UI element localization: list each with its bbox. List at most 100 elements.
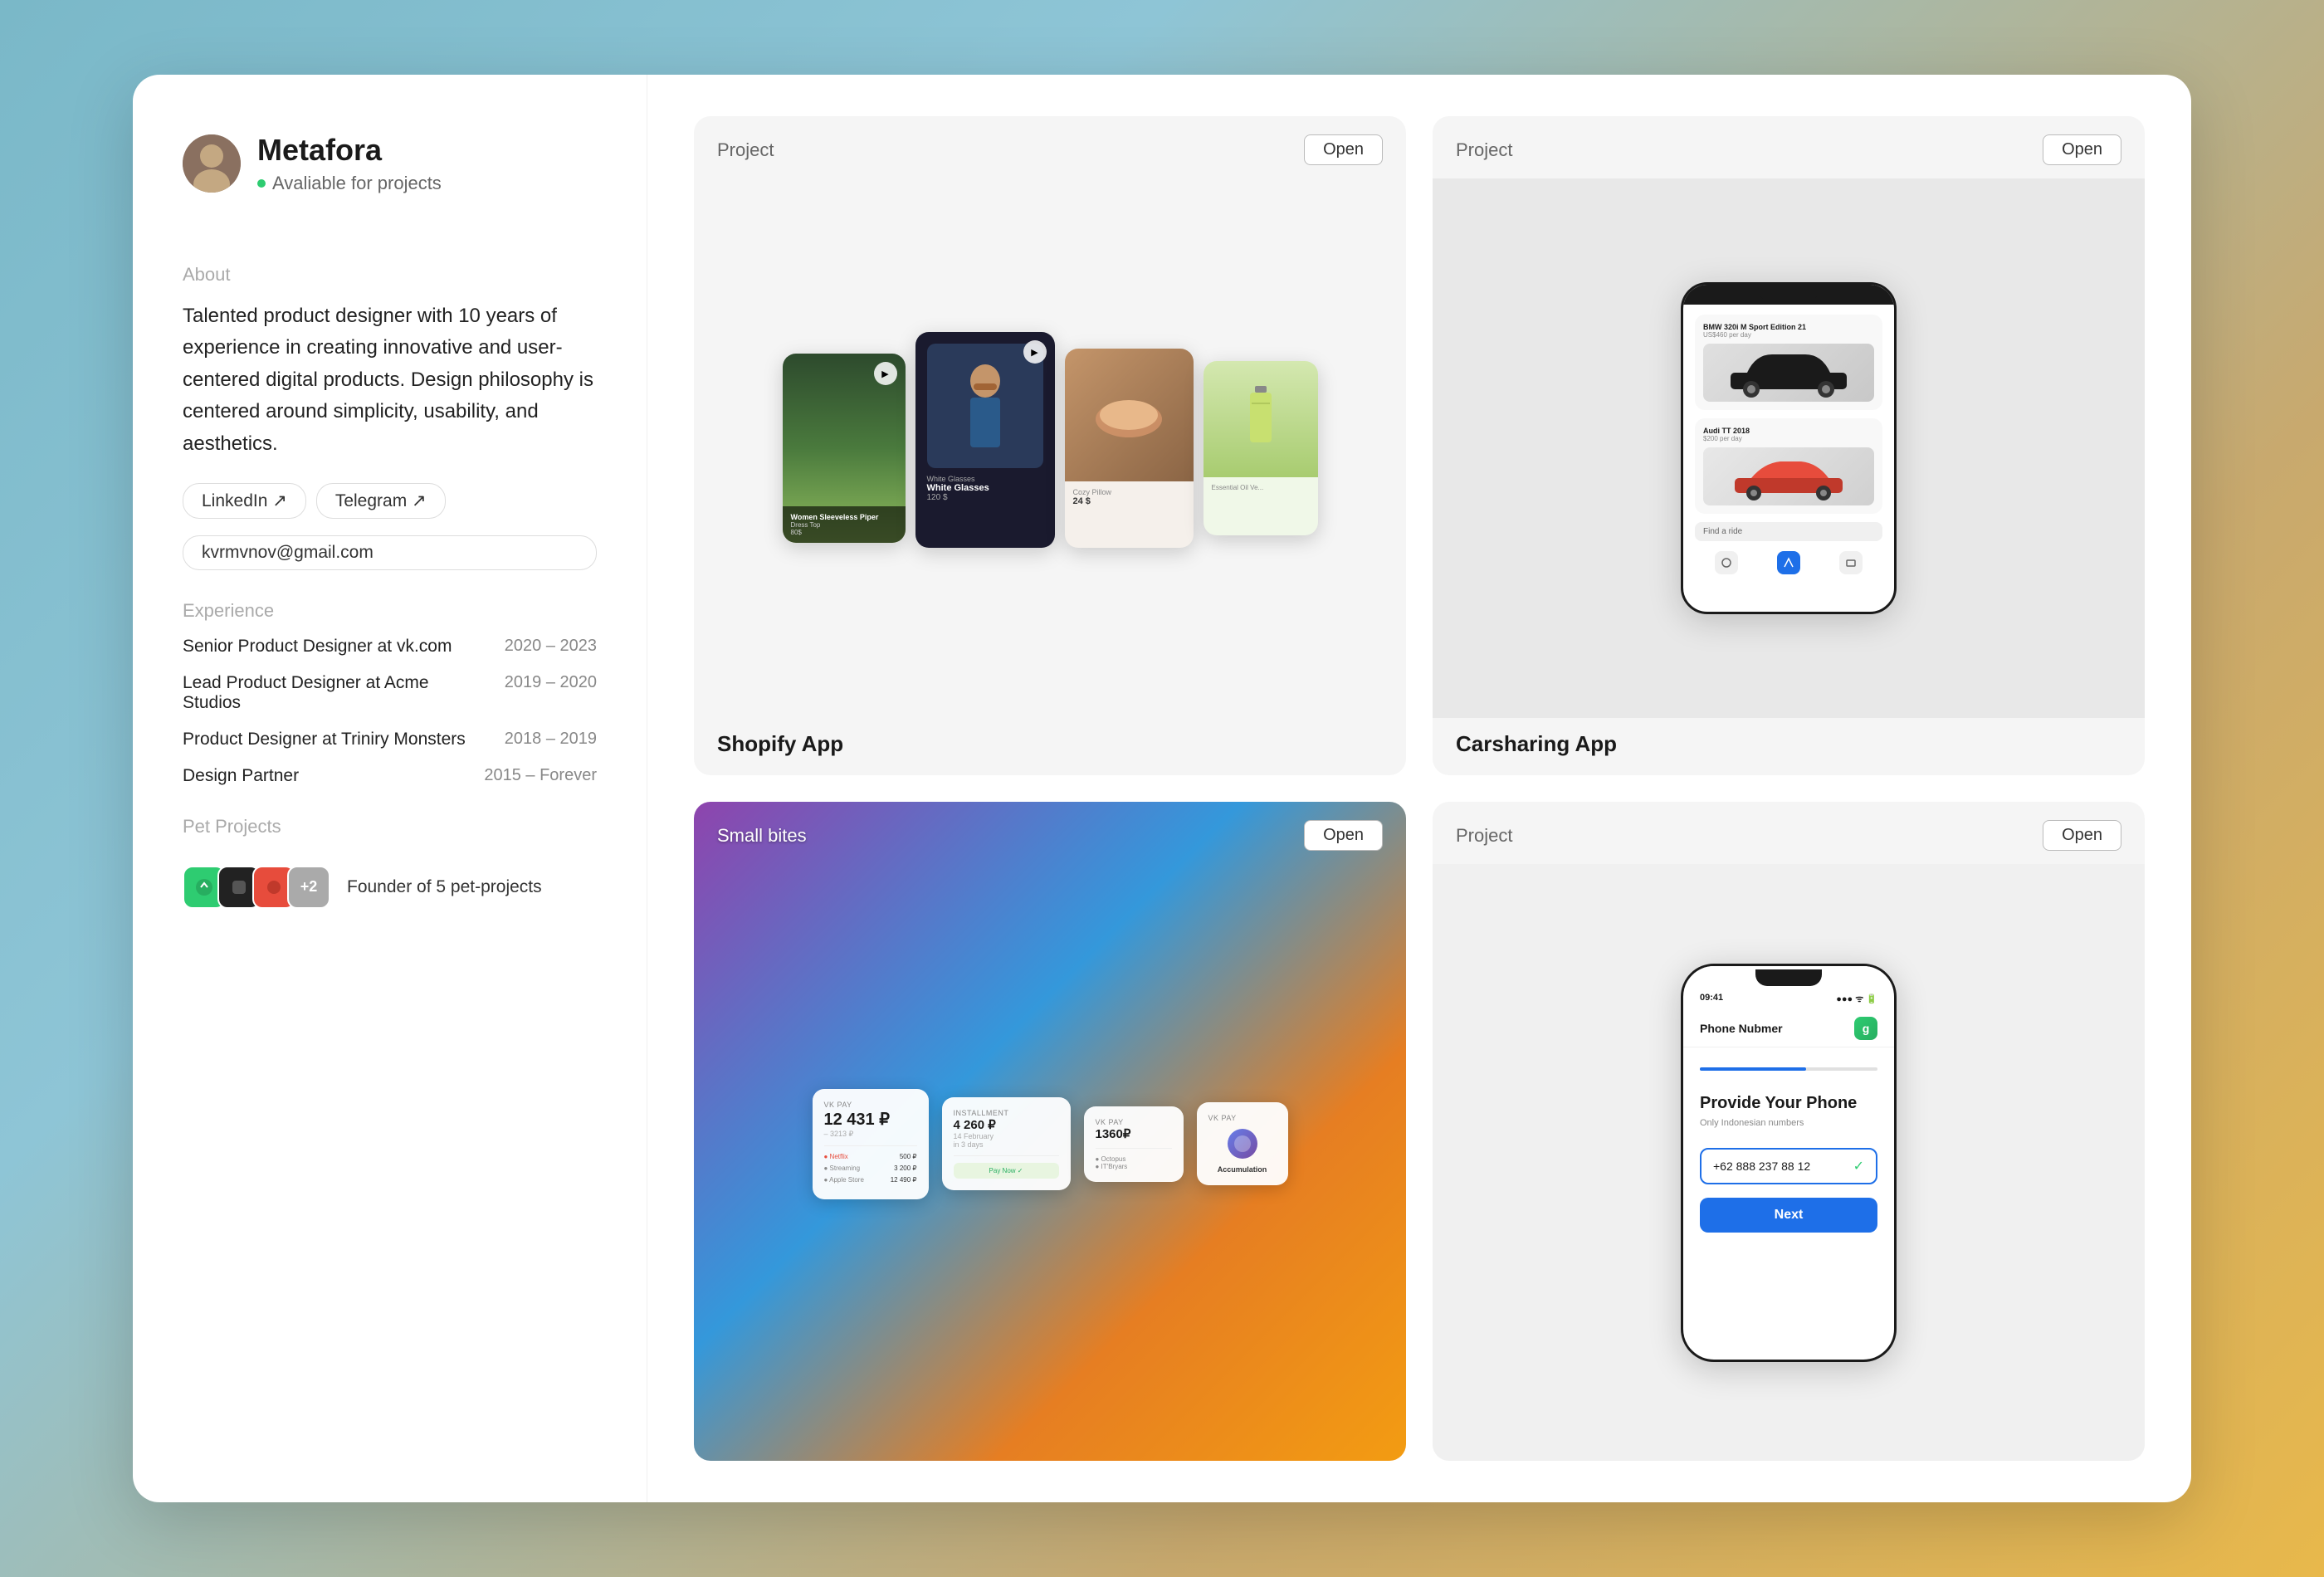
- bio-text: Talented product designer with 10 years …: [183, 300, 597, 460]
- profile-header: Metafora Avaliable for projects: [183, 133, 597, 194]
- phone-num-mock: 09:41 ●●● ᯤ 🔋 Phone Nubmer g: [1433, 864, 2145, 1461]
- carsharing-image-area: BMW 320i M Sport Edition 21 US$460 per d…: [1433, 178, 2145, 718]
- vk-accumulation-card: VK PAY Accumulation: [1197, 1102, 1288, 1185]
- carsharing-title-bar: Carsharing App: [1433, 718, 2145, 775]
- phone-status-bar: 09:41 ●●● ᯤ 🔋: [1683, 986, 1894, 1005]
- carsharing-header: Project Open: [1433, 116, 2145, 178]
- vkpay-card: Small bites Open VK PAY 12 431 ₽ – 3213 …: [694, 802, 1406, 1461]
- vk-installment-days: in 3 days: [954, 1140, 1059, 1149]
- shopify-phone-3: Cozy Pillow 24 $: [1065, 349, 1194, 548]
- phone-app-logo: g: [1854, 1017, 1877, 1040]
- carsharing-open-btn[interactable]: Open: [2043, 134, 2121, 165]
- experience-label: Experience: [183, 600, 597, 622]
- car1-price: US$460 per day: [1703, 331, 1874, 339]
- exp-years-3: 2018 – 2019: [505, 730, 597, 749]
- exp-years-4: 2015 – Forever: [484, 766, 597, 785]
- phone-next-button[interactable]: Next: [1700, 1198, 1877, 1233]
- pet-icon-more: +2: [287, 866, 330, 909]
- vk-balance-card: VK PAY 12 431 ₽ – 3213 ₽ ● Netflix 500 ₽…: [813, 1089, 929, 1199]
- exp-years-1: 2020 – 2023: [505, 637, 597, 656]
- projects-area: Project Open ▶ Women Sleeveless Piper Dr…: [647, 75, 2191, 1502]
- phone-progress-bar: [1700, 1067, 1877, 1071]
- pet-projects-label: Pet Projects: [183, 816, 597, 837]
- shopify-header: Project Open: [694, 116, 1406, 178]
- phone-num-image-area: 09:41 ●●● ᯤ 🔋 Phone Nubmer g: [1433, 864, 2145, 1461]
- shopify-title-bar: Shopify App: [694, 718, 1406, 775]
- vk-accumulation: Accumulation: [1208, 1165, 1277, 1174]
- experience-list: Senior Product Designer at vk.com 2020 –…: [183, 637, 597, 786]
- phone-big-title: Provide Your Phone: [1700, 1094, 1877, 1113]
- check-icon: ✓: [1853, 1158, 1864, 1174]
- about-label: About: [183, 264, 597, 286]
- exp-title-2: Lead Product Designer at Acme Studios: [183, 673, 488, 713]
- profile-name: Metafora: [257, 133, 442, 168]
- phone-num-type: Project: [1456, 825, 1512, 847]
- shopify-phone-1: ▶ Women Sleeveless Piper Dress Top 80$: [783, 354, 906, 543]
- exp-row-2: Lead Product Designer at Acme Studios 20…: [183, 673, 597, 713]
- carsharing-mock: BMW 320i M Sport Edition 21 US$460 per d…: [1433, 178, 2145, 718]
- carsharing-title: Carsharing App: [1456, 731, 1617, 756]
- find-ride-label: Find a ride: [1703, 527, 1742, 536]
- phone-num-header: Project Open: [1433, 802, 2145, 864]
- pet-projects-row: +2 Founder of 5 pet-projects: [183, 866, 597, 909]
- phone-input-field[interactable]: +62 888 237 88 12 ✓: [1700, 1148, 1877, 1184]
- links-row: LinkedIn ↗ Telegram ↗: [183, 483, 597, 519]
- sidebar: Metafora Avaliable for projects About Ta…: [133, 75, 647, 1502]
- vkpay-mock: VK PAY 12 431 ₽ – 3213 ₽ ● Netflix 500 ₽…: [694, 802, 1406, 1461]
- shopify-card: Project Open ▶ Women Sleeveless Piper Dr…: [694, 116, 1406, 775]
- shopify-image-area: ▶ Women Sleeveless Piper Dress Top 80$: [694, 178, 1406, 718]
- status-row: Avaliable for projects: [257, 173, 442, 194]
- phone-sub-title: Only Indonesian numbers: [1700, 1118, 1877, 1128]
- vk-installment-card: INSTALLMENT 4 260 ₽ 14 February in 3 day…: [942, 1097, 1071, 1190]
- vk-installment-amount: 4 260 ₽: [954, 1117, 1059, 1132]
- profile-name-status: Metafora Avaliable for projects: [257, 133, 442, 194]
- shopify-cards: ▶ Women Sleeveless Piper Dress Top 80$: [694, 178, 1406, 718]
- car2-name: Audi TT 2018: [1703, 427, 1874, 435]
- shopify-open-btn[interactable]: Open: [1304, 134, 1383, 165]
- pet-icons: +2: [183, 866, 330, 909]
- vk-installment-date: 14 February: [954, 1132, 1059, 1140]
- exp-years-2: 2019 – 2020: [505, 673, 597, 692]
- phone-app-title: Phone Nubmer: [1700, 1022, 1783, 1035]
- vkpay-open-btn[interactable]: Open: [1304, 820, 1383, 851]
- linkedin-link[interactable]: LinkedIn ↗: [183, 483, 306, 519]
- phone-num-open-btn[interactable]: Open: [2043, 820, 2121, 851]
- exp-title-4: Design Partner: [183, 766, 467, 786]
- vk-small-amount: 1360₽: [1096, 1126, 1172, 1141]
- exp-row-4: Design Partner 2015 – Forever: [183, 766, 597, 786]
- pet-label: Founder of 5 pet-projects: [347, 877, 542, 897]
- carsharing-card: Project Open BMW 320i M Sport Edit: [1433, 116, 2145, 775]
- play-btn-1: ▶: [874, 362, 897, 385]
- phone-app-header: Phone Nubmer g: [1683, 1005, 1894, 1047]
- telegram-link[interactable]: Telegram ↗: [316, 483, 446, 519]
- shopify-phone-2: White Glasses White Glasses 120 $ ▶: [915, 332, 1055, 548]
- phone-progress-fill: [1700, 1067, 1806, 1071]
- phone-num-card: Project Open 09:41 ●●● ᯤ 🔋: [1433, 802, 2145, 1461]
- vkpay-header: Small bites Open: [694, 802, 1406, 864]
- shopify-type: Project: [717, 139, 774, 161]
- vk-small-card: VK PAY 1360₽ ● Octopus ● IT'Bryars: [1084, 1106, 1184, 1182]
- email-chip: kvrmvnov@gmail.com: [183, 535, 597, 570]
- car-phone-device: BMW 320i M Sport Edition 21 US$460 per d…: [1681, 282, 1897, 614]
- car1-name: BMW 320i M Sport Edition 21: [1703, 323, 1874, 331]
- vk-amount: 12 431 ₽: [824, 1109, 917, 1130]
- phone-input-value: +62 888 237 88 12: [1713, 1160, 1810, 1173]
- status-dot: [257, 179, 266, 188]
- carsharing-type: Project: [1456, 139, 1512, 161]
- vkpay-image-area: VK PAY 12 431 ₽ – 3213 ₽ ● Netflix 500 ₽…: [694, 802, 1406, 1461]
- shopify-phone-4: Essential Oil Ve...: [1204, 361, 1318, 535]
- status-text: Avaliable for projects: [272, 173, 442, 194]
- vkpay-type: Small bites: [717, 825, 807, 847]
- exp-row-3: Product Designer at Triniry Monsters 201…: [183, 730, 597, 749]
- avatar: [183, 134, 241, 193]
- shopify-title: Shopify App: [717, 731, 843, 756]
- exp-title-1: Senior Product Designer at vk.com: [183, 637, 488, 657]
- car2-price: $200 per day: [1703, 435, 1874, 442]
- phone-num-device: 09:41 ●●● ᯤ 🔋 Phone Nubmer g: [1681, 964, 1897, 1362]
- phone-app-body: Provide Your Phone Only Indonesian numbe…: [1683, 1047, 1894, 1360]
- phone-time: 09:41: [1700, 993, 1723, 1005]
- exp-title-3: Product Designer at Triniry Monsters: [183, 730, 488, 749]
- play-btn-2: ▶: [1023, 340, 1047, 364]
- exp-row-1: Senior Product Designer at vk.com 2020 –…: [183, 637, 597, 657]
- main-card: Metafora Avaliable for projects About Ta…: [133, 75, 2191, 1502]
